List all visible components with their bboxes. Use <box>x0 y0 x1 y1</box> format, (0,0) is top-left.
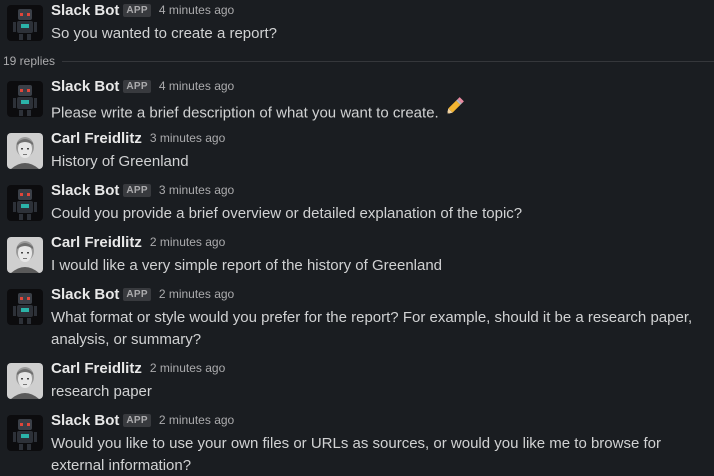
replies-count: 19 replies <box>3 54 56 68</box>
pencil-icon <box>443 96 465 125</box>
sender-name[interactable]: Slack Bot <box>51 2 119 19</box>
sender-name[interactable]: Slack Bot <box>51 412 119 429</box>
app-badge: APP <box>123 79 151 93</box>
message-text: Please write a brief description of what… <box>51 104 439 122</box>
message-header: Carl Freidlitz 2 minutes ago <box>51 358 225 378</box>
divider-line <box>62 60 714 62</box>
message-text: Could you provide a brief overview or de… <box>51 205 523 222</box>
message-text: What format or style would you prefer fo… <box>51 309 693 348</box>
bot-avatar[interactable] <box>7 5 43 41</box>
timestamp[interactable]: 2 minutes ago <box>150 235 225 249</box>
bot-avatar[interactable] <box>7 81 43 117</box>
user-avatar[interactable] <box>7 237 43 273</box>
sender-name[interactable]: Carl Freidlitz <box>51 360 142 377</box>
message-text: I would like a very simple report of the… <box>51 257 443 274</box>
sender-name[interactable]: Slack Bot <box>51 78 119 95</box>
user-avatar[interactable] <box>7 363 43 399</box>
timestamp[interactable]: 3 minutes ago <box>150 131 225 145</box>
sender-name[interactable]: Slack Bot <box>51 182 119 199</box>
user-avatar[interactable] <box>7 133 43 169</box>
timestamp[interactable]: 4 minutes ago <box>159 3 234 17</box>
message-header: Slack Bot APP 3 minutes ago <box>51 180 234 200</box>
app-badge: APP <box>123 287 151 301</box>
sender-name[interactable]: Carl Freidlitz <box>51 130 142 147</box>
sender-name[interactable]: Slack Bot <box>51 286 119 303</box>
timestamp[interactable]: 2 minutes ago <box>150 361 225 375</box>
message-header: Carl Freidlitz 3 minutes ago <box>51 128 225 148</box>
bot-avatar[interactable] <box>7 415 43 451</box>
message-text: Would you like to use your own files or … <box>51 435 661 474</box>
bot-avatar[interactable] <box>7 185 43 221</box>
timestamp[interactable]: 3 minutes ago <box>159 183 234 197</box>
app-badge: APP <box>123 183 151 197</box>
message-text: research paper <box>51 383 152 400</box>
app-badge: APP <box>123 413 151 427</box>
timestamp[interactable]: 2 minutes ago <box>159 287 234 301</box>
thread-panel: Slack Bot APP 4 minutes ago So you wante… <box>0 0 714 476</box>
message-text: So you wanted to create a report? <box>51 25 277 42</box>
timestamp[interactable]: 2 minutes ago <box>159 413 234 427</box>
message-text: History of Greenland <box>51 153 189 170</box>
sender-name[interactable]: Carl Freidlitz <box>51 234 142 251</box>
message-text-wrapper: Please write a brief description of what… <box>51 96 711 128</box>
message-header: Slack Bot APP 2 minutes ago <box>51 410 234 430</box>
app-badge: APP <box>123 3 151 17</box>
message-header: Carl Freidlitz 2 minutes ago <box>51 232 225 252</box>
message-header: Slack Bot APP 4 minutes ago <box>51 76 234 96</box>
message-header: Slack Bot APP 2 minutes ago <box>51 284 234 304</box>
replies-divider: 19 replies <box>0 51 714 71</box>
timestamp[interactable]: 4 minutes ago <box>159 79 234 93</box>
bot-avatar[interactable] <box>7 289 43 325</box>
message-header: Slack Bot APP 4 minutes ago <box>51 0 234 20</box>
